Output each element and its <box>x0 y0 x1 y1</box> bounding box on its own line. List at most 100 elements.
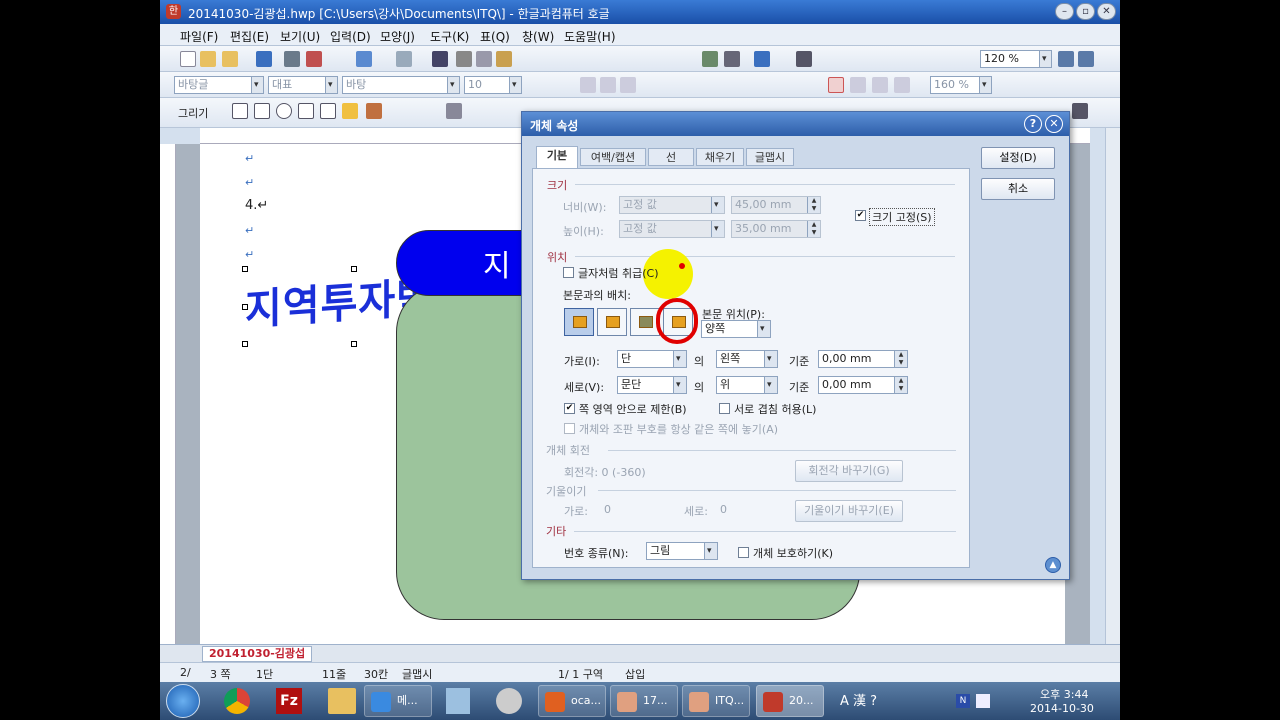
menu-view[interactable]: 보기(U) <box>280 28 320 45</box>
font-size-combo[interactable]: 10 <box>464 76 522 94</box>
menu-window[interactable]: 창(W) <box>522 28 554 45</box>
table-icon[interactable] <box>724 51 740 67</box>
zoom-out-icon[interactable] <box>1058 51 1074 67</box>
tab-line[interactable]: 선 <box>648 148 694 166</box>
expand-icon[interactable]: ▲ <box>1045 557 1061 573</box>
wrap-square-button[interactable] <box>564 308 594 336</box>
taskbar-item[interactable]: oca... <box>538 685 606 717</box>
menu-help[interactable]: 도움말(H) <box>564 28 616 45</box>
taskbar-item[interactable]: 메... <box>364 685 432 717</box>
polygon-tool-icon[interactable] <box>320 103 336 119</box>
selection-handle[interactable] <box>242 304 248 310</box>
new-icon[interactable] <box>180 51 196 67</box>
zoom-in-icon[interactable] <box>1078 51 1094 67</box>
filezilla-icon[interactable]: Fz <box>276 688 302 714</box>
text-position-select[interactable]: 양쪽 <box>701 320 771 338</box>
wrap-tight-button[interactable] <box>597 308 627 336</box>
connector-tool-icon[interactable] <box>366 103 382 119</box>
menu-table[interactable]: 표(Q) <box>480 28 510 45</box>
open-icon[interactable] <box>200 51 216 67</box>
cancel-button[interactable]: 취소 <box>981 178 1055 200</box>
protect-object-checkbox[interactable] <box>738 547 749 558</box>
zoom-combo[interactable]: 120 % <box>980 50 1052 68</box>
allow-overlap-label[interactable]: 서로 겹침 허용(L) <box>734 401 816 417</box>
selection-handle[interactable] <box>242 341 248 347</box>
line-tool-icon[interactable] <box>232 103 248 119</box>
save-icon[interactable] <box>256 51 272 67</box>
minimize-button[interactable]: – <box>1055 3 1074 20</box>
underline-icon[interactable] <box>620 77 636 93</box>
menu-format[interactable]: 모양(J) <box>380 28 415 45</box>
cut-icon[interactable] <box>456 51 472 67</box>
app-icon[interactable] <box>496 688 522 714</box>
horizontal-ref-select[interactable]: 단 <box>617 350 687 368</box>
menu-edit[interactable]: 편집(E) <box>230 28 269 45</box>
treat-as-char-label[interactable]: 글자처럼 취급(C) <box>578 265 658 281</box>
ellipse-tool-icon[interactable] <box>276 103 292 119</box>
menu-insert[interactable]: 입력(D) <box>330 28 371 45</box>
close-icon[interactable]: ✕ <box>1045 115 1063 133</box>
flag-icon[interactable] <box>976 694 990 708</box>
font-combo[interactable]: 바탕 <box>342 76 460 94</box>
select-tool-icon[interactable] <box>446 103 462 119</box>
horizontal-align-select[interactable]: 왼쪽 <box>716 350 778 368</box>
find-icon[interactable] <box>432 51 448 67</box>
menu-tools[interactable]: 도구(K) <box>430 28 469 45</box>
tab-fill[interactable]: 채우기 <box>696 148 744 166</box>
fix-size-label[interactable]: 크기 고정(S) <box>869 208 935 226</box>
copy-icon[interactable] <box>476 51 492 67</box>
ime-icon[interactable]: A 漢 ? <box>840 690 930 710</box>
chrome-icon[interactable] <box>224 688 250 714</box>
explorer-icon[interactable] <box>328 688 356 714</box>
chart-icon[interactable] <box>754 51 770 67</box>
network-icon[interactable]: N <box>956 694 970 708</box>
horizontal-offset-input[interactable]: 0,00 mm ▲ ▼ <box>818 350 908 368</box>
arc-tool-icon[interactable] <box>298 103 314 119</box>
protect-object-label[interactable]: 개체 보호하기(K) <box>753 545 833 561</box>
taskbar-item[interactable]: ITQ... <box>682 685 750 717</box>
ok-button[interactable]: 설정(D) <box>981 147 1055 169</box>
vertical-scrollbar[interactable] <box>1105 128 1120 644</box>
symbol-icon[interactable] <box>796 51 812 67</box>
taskbar-item[interactable]: 17... <box>610 685 678 717</box>
clock-time[interactable]: 오후 3:44 <box>1040 686 1088 702</box>
redo-icon[interactable] <box>396 51 412 67</box>
treat-as-char-checkbox[interactable] <box>563 267 574 278</box>
align-justify-icon[interactable] <box>828 77 844 93</box>
tab-wordart[interactable]: 글맵시 <box>746 148 794 166</box>
app-icon[interactable] <box>446 688 470 714</box>
start-button[interactable] <box>166 684 200 718</box>
limit-area-label[interactable]: 쪽 영역 안으로 제한(B) <box>579 401 687 417</box>
vertical-align-select[interactable]: 위 <box>716 376 778 394</box>
help-icon[interactable]: ? <box>1024 115 1042 133</box>
align-left-icon[interactable] <box>850 77 866 93</box>
close-button[interactable]: ✕ <box>1097 3 1116 20</box>
clock-date[interactable]: 2014-10-30 <box>1030 702 1094 715</box>
open-recent-icon[interactable] <box>222 51 238 67</box>
paste-icon[interactable] <box>496 51 512 67</box>
taskbar-item-active[interactable]: 20... <box>756 685 824 717</box>
selection-handle[interactable] <box>242 266 248 272</box>
tab-margin-caption[interactable]: 여백/캡션 <box>580 148 646 166</box>
align-center-icon[interactable] <box>894 77 910 93</box>
selection-handle[interactable] <box>351 341 357 347</box>
italic-icon[interactable] <box>600 77 616 93</box>
bold-icon[interactable] <box>580 77 596 93</box>
align-right-icon[interactable] <box>872 77 888 93</box>
selection-handle[interactable] <box>351 266 357 272</box>
language-combo[interactable]: 대표 <box>268 76 338 94</box>
style-combo[interactable]: 바탕글 <box>174 76 264 94</box>
restore-button[interactable]: ▫ <box>1076 3 1095 20</box>
undo-icon[interactable] <box>356 51 372 67</box>
menu-file[interactable]: 파일(F) <box>180 28 218 45</box>
eyedropper-icon[interactable] <box>1072 103 1088 119</box>
pen-tool-icon[interactable] <box>342 103 358 119</box>
document-tab[interactable]: 20141030-김광섭 <box>202 646 313 662</box>
allow-overlap-checkbox[interactable] <box>719 403 730 414</box>
tab-basic[interactable]: 기본 <box>536 146 578 168</box>
preview-icon[interactable] <box>306 51 322 67</box>
vertical-ref-select[interactable]: 문단 <box>617 376 687 394</box>
limit-area-checkbox[interactable]: ✔ <box>564 403 575 414</box>
fix-size-checkbox[interactable]: ✔ <box>855 210 866 221</box>
number-type-select[interactable]: 그림 <box>646 542 718 560</box>
